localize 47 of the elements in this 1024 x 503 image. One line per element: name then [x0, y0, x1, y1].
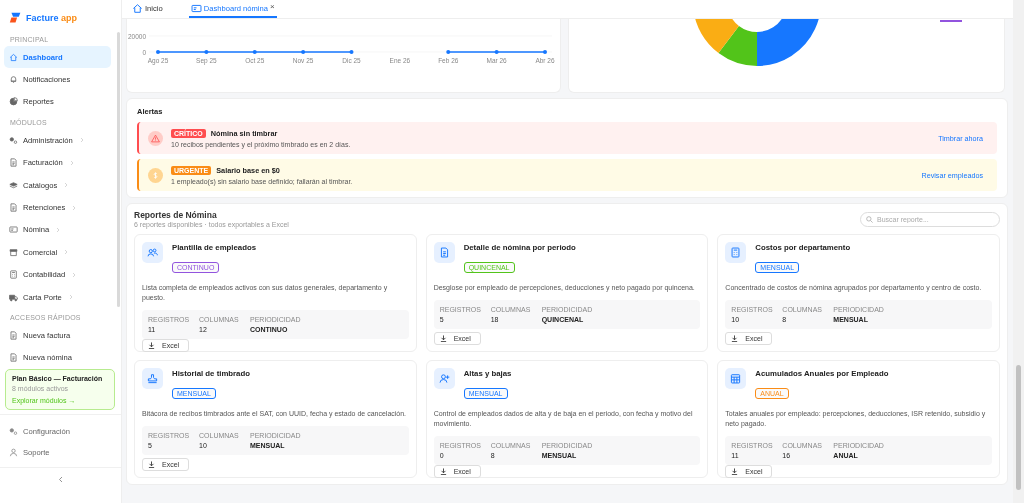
pie-chart-icon — [9, 97, 18, 107]
data-point — [349, 50, 354, 54]
collapse-icon[interactable] — [58, 476, 63, 484]
data-point — [301, 50, 306, 54]
stamp-icon — [147, 373, 158, 384]
download-icon — [148, 342, 155, 350]
calendar-icon — [730, 373, 742, 384]
card-icon — [9, 225, 18, 235]
layers-icon — [9, 180, 18, 190]
document-icon — [438, 247, 450, 258]
reports-title: Reportes de Nómina — [134, 210, 218, 220]
house-icon — [9, 52, 18, 62]
gears-icon — [9, 427, 18, 437]
warning-icon — [148, 130, 163, 146]
close-icon[interactable]: × — [269, 2, 275, 11]
download-icon — [731, 335, 739, 342]
truck-icon — [9, 292, 18, 302]
document-icon — [9, 353, 18, 363]
data-point — [204, 50, 209, 54]
document-icon — [9, 203, 18, 213]
download-icon — [148, 461, 155, 468]
calculator-icon — [730, 247, 742, 258]
logo-icon — [9, 11, 22, 24]
gears-icon — [9, 135, 18, 145]
data-point — [252, 50, 257, 54]
dollar-icon — [148, 167, 163, 183]
document-icon — [9, 158, 18, 168]
download-icon — [439, 335, 447, 342]
data-point — [446, 50, 451, 54]
search-icon — [866, 216, 873, 223]
bell-icon — [9, 75, 18, 85]
download-icon — [731, 468, 739, 476]
data-point — [156, 50, 160, 54]
store-icon — [9, 247, 18, 257]
calculator-icon — [9, 270, 18, 280]
document-icon — [9, 331, 18, 340]
data-point — [543, 50, 547, 54]
card-icon — [190, 2, 202, 14]
data-point — [494, 50, 499, 54]
people-icon — [147, 247, 158, 258]
house-icon — [132, 2, 143, 14]
person-icon — [9, 448, 18, 458]
scrollbar[interactable] — [1013, 0, 1024, 503]
legend-mark — [940, 20, 962, 22]
download-icon — [439, 468, 447, 476]
brand-name: Facture app — [26, 12, 78, 23]
add-person-icon — [438, 373, 450, 384]
